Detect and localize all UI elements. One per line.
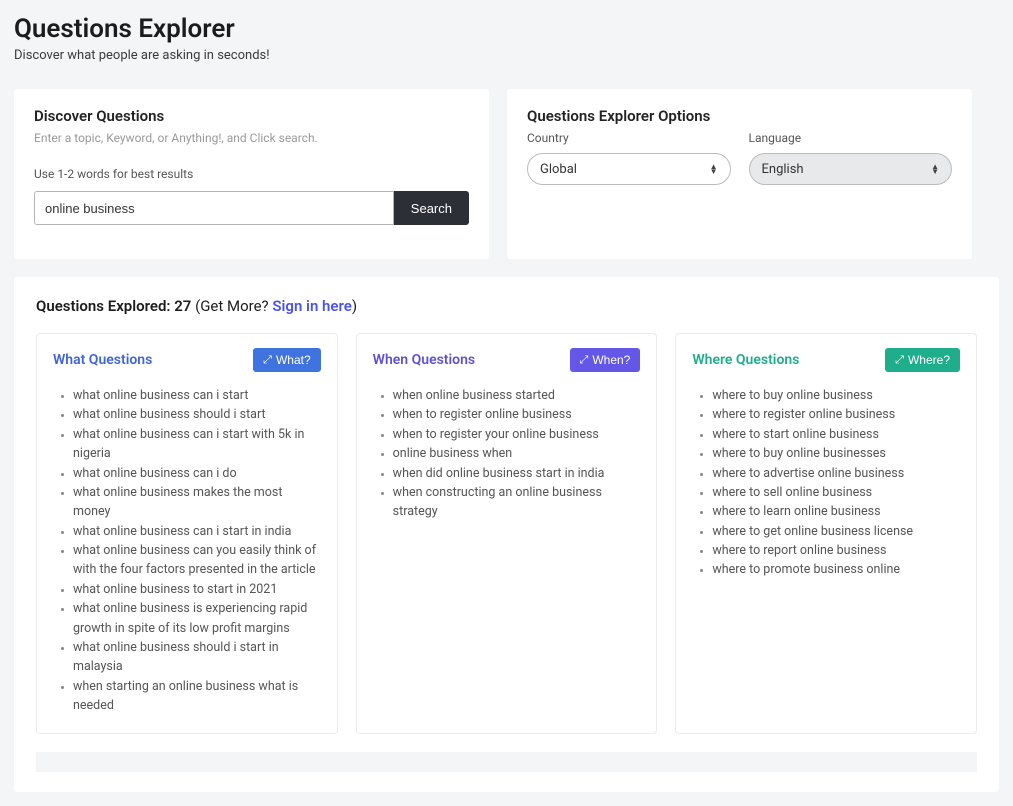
sign-in-link[interactable]: Sign in here [272,297,351,315]
list-item: what online business can i do [73,464,321,483]
language-label: Language [749,131,953,145]
list-item: what online business can i start with 5k… [73,425,321,464]
what-card-title: What Questions [53,352,152,368]
list-item: what online business should i start in m… [73,638,321,677]
country-value: Global [540,162,577,177]
bottom-spacer [36,752,977,772]
discover-panel: Discover Questions Enter a topic, Keywor… [14,89,489,259]
discover-sub: Enter a topic, Keyword, or Anything!, an… [34,131,469,145]
what-expand-button[interactable]: ⤢ What? [253,348,321,372]
where-expand-button[interactable]: ⤢ Where? [885,348,960,372]
when-list: when online business startedwhen to regi… [381,386,641,522]
when-card: When Questions ⤢ When? when online busin… [356,333,658,734]
list-item: what online business can you easily thin… [73,541,321,580]
country-label: Country [527,131,731,145]
list-item: where to start online business [712,425,960,444]
list-item: when did online business start in india [393,464,641,483]
list-item: what online business can i start [73,386,321,405]
list-item: where to learn online business [712,502,960,521]
chevron-updown-icon: ▲▼ [710,164,718,174]
language-value: English [762,162,804,177]
page-title: Questions Explorer [14,14,999,44]
list-item: when to register your online business [393,425,641,444]
page-subtitle: Discover what people are asking in secon… [14,48,999,63]
where-card: Where Questions ⤢ Where? where to buy on… [675,333,977,734]
what-card: What Questions ⤢ What? what online busin… [36,333,338,734]
list-item: where to advertise online business [712,464,960,483]
list-item: when starting an online business what is… [73,677,321,716]
list-item: what online business is experiencing rap… [73,599,321,638]
list-item: where to promote business online [712,560,960,579]
list-item: where to register online business [712,405,960,424]
what-list: what online business can i startwhat onl… [61,386,321,715]
when-card-title: When Questions [373,352,475,368]
search-button[interactable]: Search [394,191,469,225]
options-title: Questions Explorer Options [527,107,952,125]
list-item: when constructing an online business str… [393,483,641,522]
list-item: where to get online business license [712,522,960,541]
expand-icon: ⤢ [263,354,272,367]
results-panel: Questions Explored: 27 (Get More? Sign i… [14,277,999,792]
chevron-updown-icon: ▲▼ [931,164,939,174]
list-item: what online business makes the most mone… [73,483,321,522]
list-item: what online business to start in 2021 [73,580,321,599]
where-list: where to buy online businesswhere to reg… [700,386,960,580]
list-item: where to sell online business [712,483,960,502]
list-item: where to report online business [712,541,960,560]
results-title: Questions Explored: 27 (Get More? Sign i… [36,297,977,315]
language-select[interactable]: English ▲▼ [749,153,953,185]
list-item: online business when [393,444,641,463]
discover-hint: Use 1-2 words for best results [34,167,469,181]
list-item: when to register online business [393,405,641,424]
when-expand-button[interactable]: ⤢ When? [570,348,641,372]
expand-icon: ⤢ [895,354,904,367]
where-card-title: Where Questions [692,352,799,368]
list-item: when online business started [393,386,641,405]
list-item: what online business can i start in indi… [73,522,321,541]
list-item: where to buy online business [712,386,960,405]
country-select[interactable]: Global ▲▼ [527,153,731,185]
list-item: what online business should i start [73,405,321,424]
discover-title: Discover Questions [34,107,469,125]
expand-icon: ⤢ [580,354,589,367]
search-input[interactable] [34,191,394,225]
options-panel: Questions Explorer Options Country Globa… [507,89,972,259]
list-item: where to buy online businesses [712,444,960,463]
